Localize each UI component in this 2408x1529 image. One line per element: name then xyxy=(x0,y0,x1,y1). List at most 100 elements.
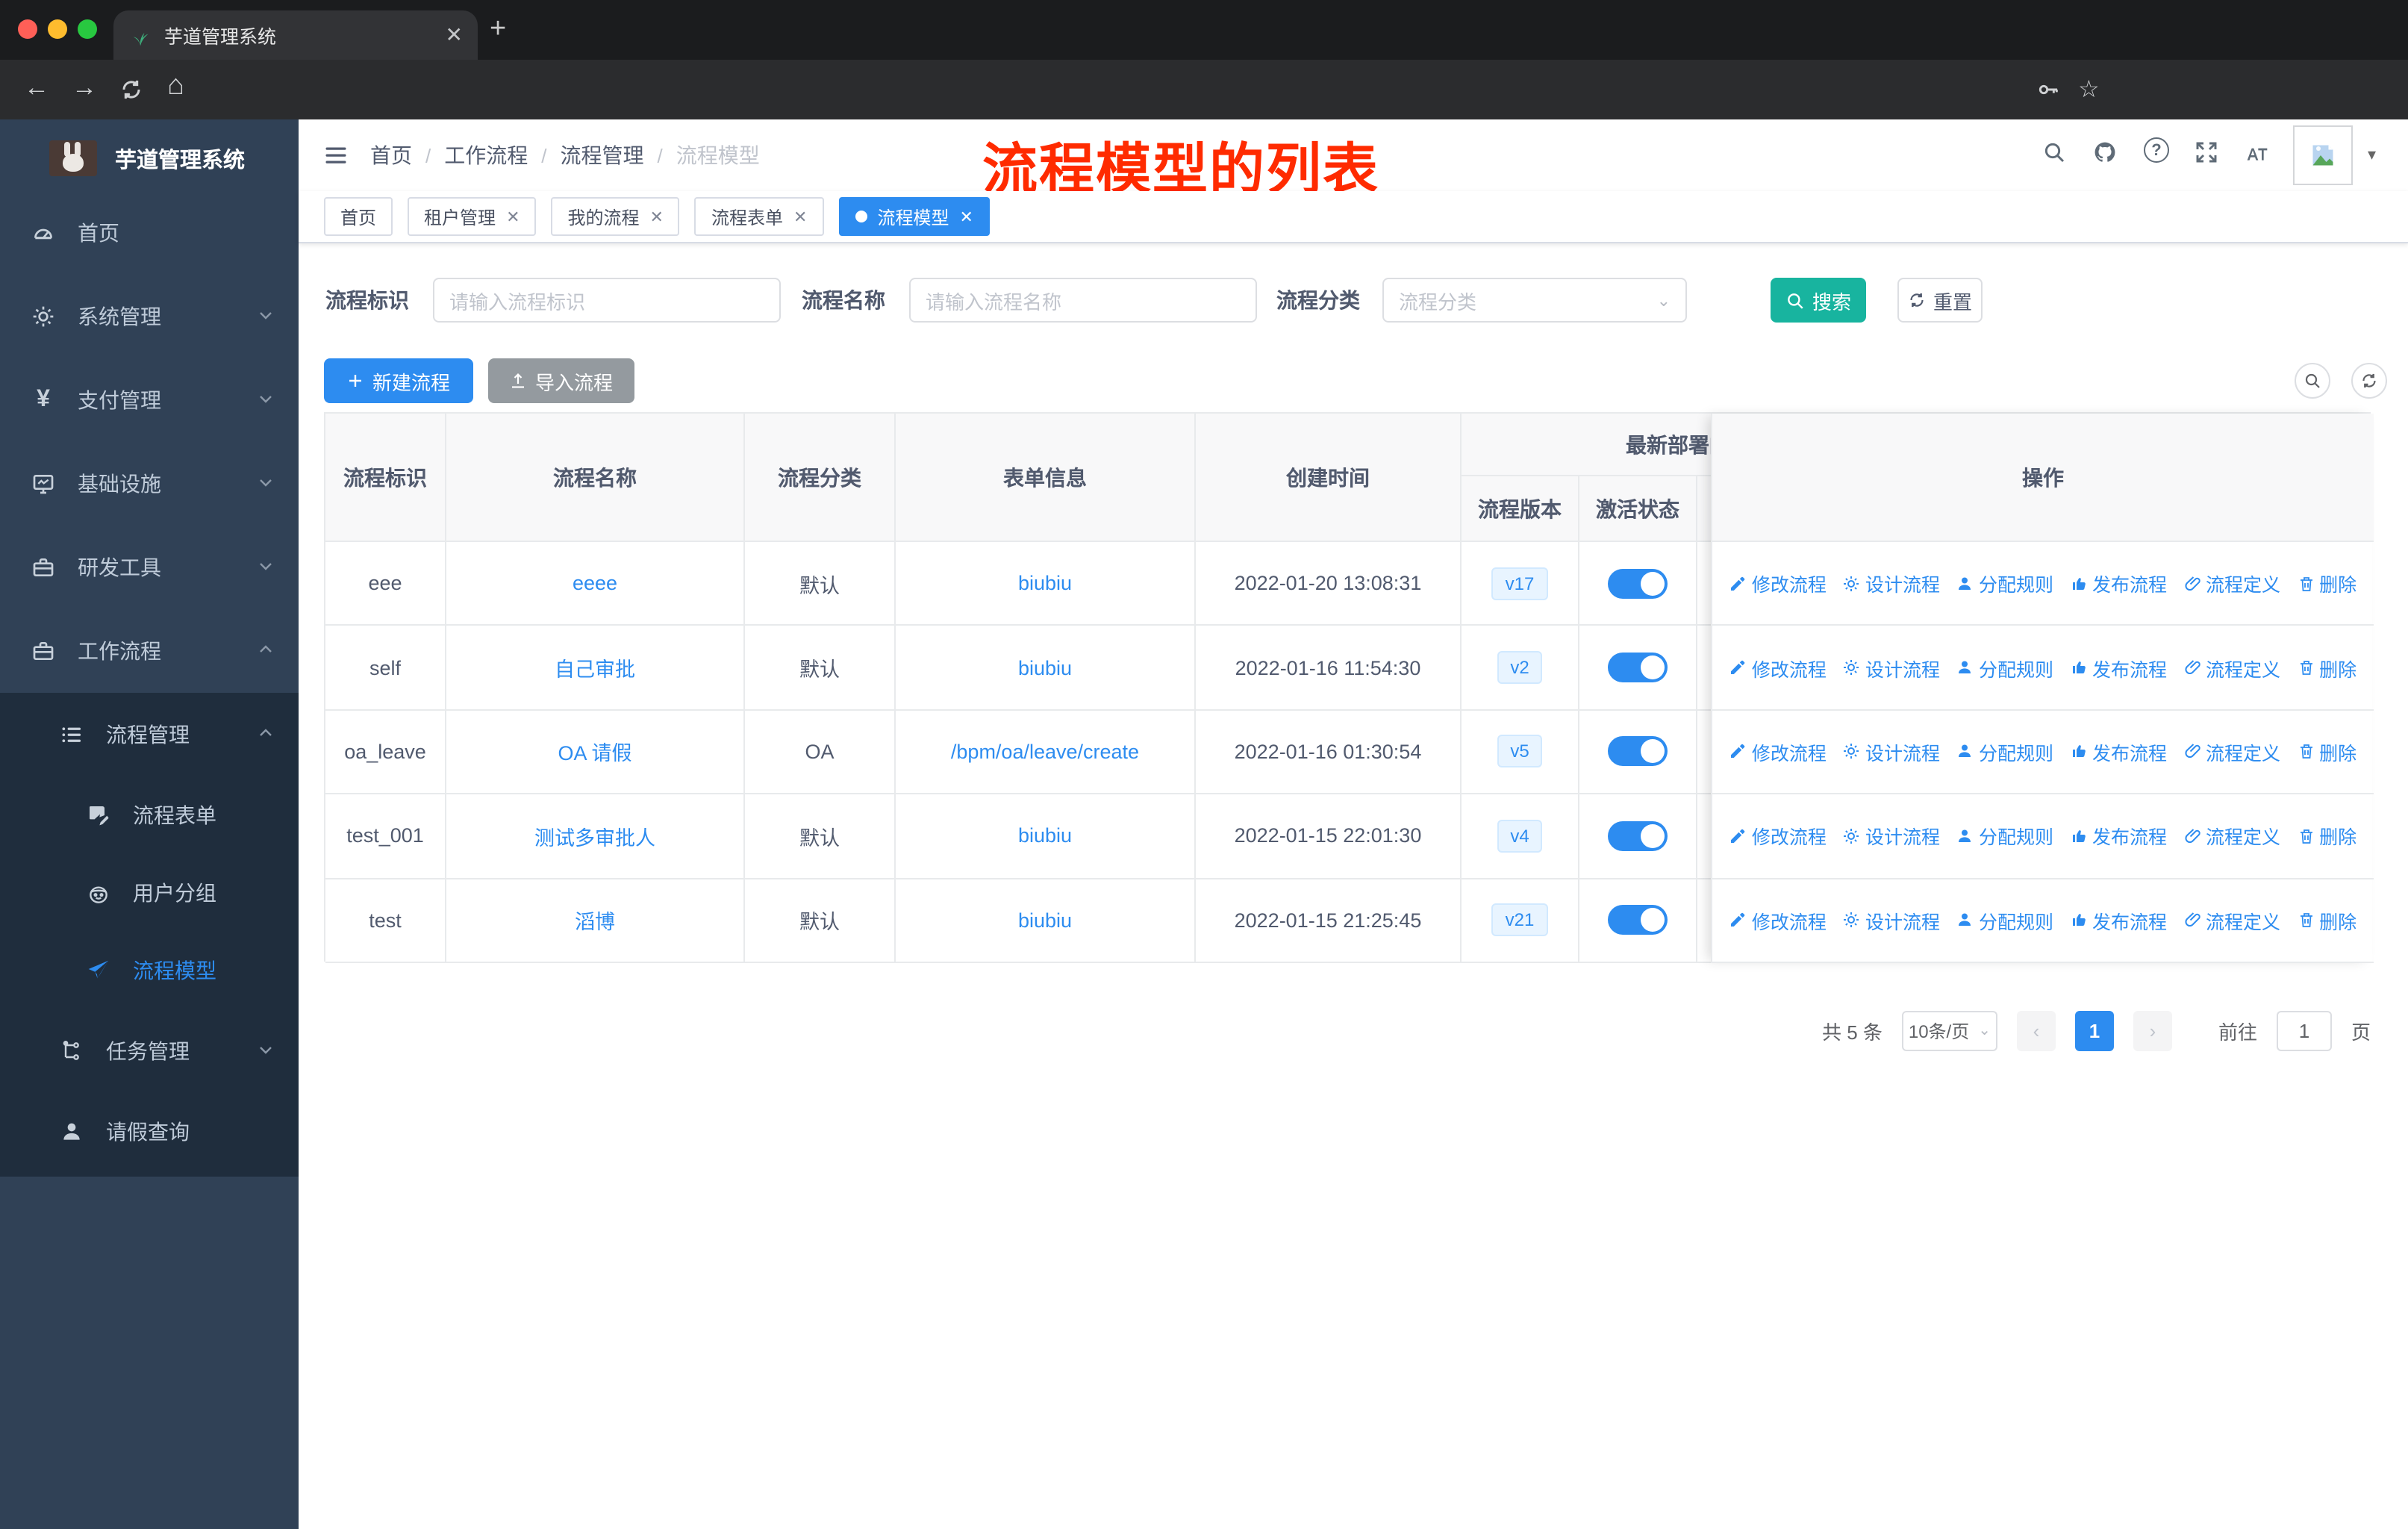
edit-process-link[interactable]: 修改流程 xyxy=(1729,569,1827,597)
window-close-button[interactable] xyxy=(18,19,37,39)
edit-process-link[interactable]: 修改流程 xyxy=(1729,738,1827,766)
github-icon[interactable] xyxy=(2093,140,2117,164)
cell-name-link[interactable]: eeee xyxy=(446,542,745,626)
reset-button[interactable]: 重置 xyxy=(1897,278,1983,323)
help-icon[interactable]: ? xyxy=(2144,137,2169,163)
cell-form-link[interactable]: biubiu xyxy=(896,542,1196,626)
home-icon[interactable]: ⌂ xyxy=(167,70,184,103)
search-icon[interactable] xyxy=(2042,140,2066,164)
status-toggle[interactable] xyxy=(1608,820,1668,851)
tag-my-process[interactable]: 我的流程 ✕ xyxy=(551,197,680,236)
sidebar-item-task-mgmt[interactable]: 任务管理 xyxy=(0,1009,299,1093)
process-definition-link[interactable]: 流程定义 xyxy=(2183,569,2280,597)
prev-page-button[interactable]: ‹ xyxy=(2016,1011,2056,1051)
status-toggle[interactable] xyxy=(1608,736,1668,767)
process-definition-link[interactable]: 流程定义 xyxy=(2183,738,2280,766)
sidebar-item-process-mgmt[interactable]: 流程管理 xyxy=(0,693,299,776)
filter-name-input[interactable]: 请输入流程名称 xyxy=(909,278,1257,323)
table-refresh-button[interactable] xyxy=(2351,363,2387,399)
browser-tab[interactable]: 芋道管理系统 ✕ xyxy=(113,10,478,60)
sidebar-item-infra[interactable]: 基础设施 xyxy=(0,442,299,526)
publish-process-link[interactable]: 发布流程 xyxy=(2070,906,2167,935)
window-zoom-button[interactable] xyxy=(78,19,97,39)
fullscreen-icon[interactable] xyxy=(2195,140,2218,164)
cell-form-link[interactable]: biubiu xyxy=(896,879,1196,963)
cell-name-link[interactable]: 滔博 xyxy=(446,879,745,963)
breadcrumb-process-mgmt[interactable]: 流程管理 xyxy=(561,140,644,170)
avatar-caret-icon[interactable]: ▾ xyxy=(2368,145,2376,164)
goto-page-input[interactable]: 1 xyxy=(2276,1011,2332,1051)
sidebar-item-devtools[interactable]: 研发工具 xyxy=(0,526,299,609)
sidebar-item-leave-query[interactable]: 请假查询 xyxy=(0,1093,299,1171)
window-minimize-button[interactable] xyxy=(48,19,67,39)
design-process-link[interactable]: 设计流程 xyxy=(1843,738,1940,766)
sidebar-item-home[interactable]: 首页 xyxy=(0,191,299,275)
assign-rule-link[interactable]: 分配规则 xyxy=(1956,569,2053,597)
cell-name-link[interactable]: 测试多审批人 xyxy=(446,794,745,879)
font-size-icon[interactable] xyxy=(2245,140,2269,164)
sidebar-item-user-group[interactable]: 用户分组 xyxy=(0,854,299,932)
bookmark-star-icon[interactable]: ☆ xyxy=(2078,75,2100,105)
process-definition-link[interactable]: 流程定义 xyxy=(2183,653,2280,682)
tag-tenant[interactable]: 租户管理 ✕ xyxy=(408,197,537,236)
cell-name-link[interactable]: 自己审批 xyxy=(446,626,745,711)
status-toggle[interactable] xyxy=(1608,905,1668,935)
next-page-button[interactable]: › xyxy=(2133,1011,2172,1051)
delete-link[interactable]: 删除 xyxy=(2297,822,2356,850)
edit-process-link[interactable]: 修改流程 xyxy=(1729,822,1827,850)
cell-name-link[interactable]: OA 请假 xyxy=(446,710,745,795)
sidebar-item-process-model[interactable]: 流程模型 xyxy=(0,932,299,1009)
sidebar-item-system[interactable]: 系统管理 xyxy=(0,275,299,358)
tag-process-model-active[interactable]: 流程模型 ✕ xyxy=(838,197,990,236)
assign-rule-link[interactable]: 分配规则 xyxy=(1956,906,2053,935)
tag-process-form[interactable]: 流程表单 ✕ xyxy=(694,197,824,236)
design-process-link[interactable]: 设计流程 xyxy=(1843,906,1940,935)
create-process-button[interactable]: 新建流程 xyxy=(324,358,473,403)
delete-link[interactable]: 删除 xyxy=(2297,569,2356,597)
reload-icon[interactable] xyxy=(119,78,143,102)
tag-close-icon[interactable]: ✕ xyxy=(959,207,973,226)
forward-icon[interactable]: → xyxy=(72,73,97,103)
publish-process-link[interactable]: 发布流程 xyxy=(2070,653,2167,682)
tag-close-icon[interactable]: ✕ xyxy=(793,207,807,226)
new-tab-button[interactable]: + xyxy=(490,13,506,46)
assign-rule-link[interactable]: 分配规则 xyxy=(1956,653,2053,682)
edit-process-link[interactable]: 修改流程 xyxy=(1729,653,1827,682)
publish-process-link[interactable]: 发布流程 xyxy=(2070,738,2167,766)
cell-form-link[interactable]: /bpm/oa/leave/create xyxy=(896,710,1196,795)
design-process-link[interactable]: 设计流程 xyxy=(1843,653,1940,682)
page-1-button[interactable]: 1 xyxy=(2074,1011,2114,1051)
status-toggle[interactable] xyxy=(1608,568,1668,599)
tag-close-icon[interactable]: ✕ xyxy=(506,207,520,226)
publish-process-link[interactable]: 发布流程 xyxy=(2070,569,2167,597)
page-size-select[interactable]: 10条/页 ⌄ xyxy=(1901,1011,1997,1051)
process-definition-link[interactable]: 流程定义 xyxy=(2183,906,2280,935)
publish-process-link[interactable]: 发布流程 xyxy=(2070,822,2167,850)
import-process-button[interactable]: 导入流程 xyxy=(488,358,634,403)
tab-close-icon[interactable]: ✕ xyxy=(446,22,463,48)
sidebar-item-payment[interactable]: ¥ 支付管理 xyxy=(0,358,299,442)
tag-close-icon[interactable]: ✕ xyxy=(650,207,664,226)
cell-form-link[interactable]: biubiu xyxy=(896,794,1196,879)
breadcrumb-home[interactable]: 首页 xyxy=(370,140,412,170)
status-toggle[interactable] xyxy=(1608,653,1668,683)
search-button[interactable]: 搜索 xyxy=(1771,278,1866,323)
process-definition-link[interactable]: 流程定义 xyxy=(2183,822,2280,850)
design-process-link[interactable]: 设计流程 xyxy=(1843,569,1940,597)
design-process-link[interactable]: 设计流程 xyxy=(1843,822,1940,850)
password-key-icon[interactable] xyxy=(2036,78,2060,102)
filter-id-input[interactable]: 请输入流程标识 xyxy=(433,278,781,323)
back-icon[interactable]: ← xyxy=(24,73,49,103)
assign-rule-link[interactable]: 分配规则 xyxy=(1956,738,2053,766)
sidebar-item-process-form[interactable]: 流程表单 xyxy=(0,776,299,854)
sidebar-item-workflow[interactable]: 工作流程 xyxy=(0,609,299,693)
sidebar-collapse-icon[interactable] xyxy=(322,142,349,169)
delete-link[interactable]: 删除 xyxy=(2297,906,2356,935)
breadcrumb-workflow[interactable]: 工作流程 xyxy=(444,140,528,170)
tag-home[interactable]: 首页 xyxy=(324,197,393,236)
delete-link[interactable]: 删除 xyxy=(2297,738,2356,766)
delete-link[interactable]: 删除 xyxy=(2297,653,2356,682)
filter-category-select[interactable]: 流程分类 ⌄ xyxy=(1382,278,1687,323)
assign-rule-link[interactable]: 分配规则 xyxy=(1956,822,2053,850)
avatar[interactable] xyxy=(2293,125,2353,185)
